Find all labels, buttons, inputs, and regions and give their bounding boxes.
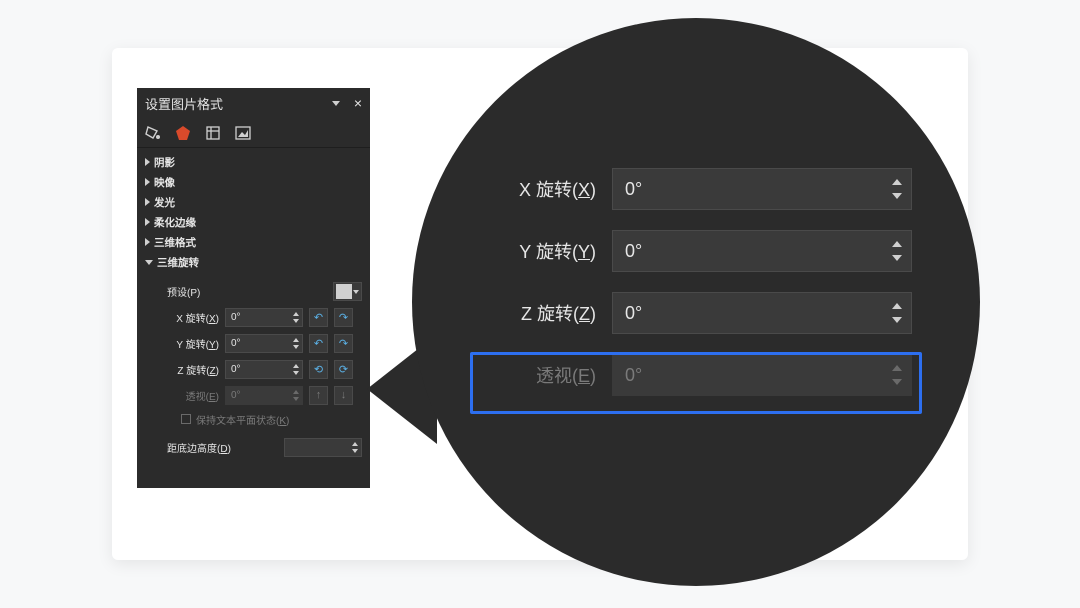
size-tab-icon[interactable] [203, 123, 223, 143]
rotate-y-left-button[interactable]: ↶ [309, 334, 328, 353]
section-soft-edge[interactable]: 柔化边缘 [137, 212, 370, 232]
step-down-icon[interactable] [892, 317, 902, 323]
mag-z-input[interactable]: 0° [612, 292, 912, 334]
step-down-icon[interactable] [293, 319, 299, 323]
distance-row: 距底边高度(D) [167, 434, 362, 460]
step-down-icon[interactable] [293, 345, 299, 349]
preset-label: 预设(P) [167, 284, 207, 299]
keep-flat-checkbox [181, 414, 191, 424]
rotate-y-right-button[interactable]: ↷ [334, 334, 353, 353]
section-3d-format[interactable]: 三维格式 [137, 232, 370, 252]
section-shadow[interactable]: 阴影 [137, 152, 370, 172]
close-icon[interactable]: × [354, 95, 362, 111]
preset-row: 预设(P) [167, 278, 362, 304]
chevron-down-icon [145, 260, 153, 265]
mag-x-label: X 旋转(X) [482, 176, 612, 202]
perspective-value: 0° [231, 390, 241, 401]
y-rotation-label: Y 旋转(Y) [167, 336, 219, 351]
mag-x-row: X 旋转(X) 0° [482, 168, 912, 210]
step-down-icon[interactable] [293, 371, 299, 375]
z-rotation-value: 0° [231, 364, 241, 375]
distance-label: 距底边高度(D) [167, 440, 247, 455]
perspective-down-button: ↓ [334, 386, 353, 405]
step-down-icon[interactable] [892, 255, 902, 261]
section-glow[interactable]: 发光 [137, 192, 370, 212]
step-down-icon[interactable] [352, 449, 358, 453]
step-up-icon[interactable] [293, 364, 299, 368]
mag-y-label: Y 旋转(Y) [482, 238, 612, 264]
chevron-right-icon [145, 238, 150, 246]
rotate-z-cw-button[interactable]: ⟳ [334, 360, 353, 379]
section-label: 三维旋转 [157, 255, 199, 270]
perspective-label: 透视(E) [167, 388, 219, 403]
section-reflection[interactable]: 映像 [137, 172, 370, 192]
z-rotation-input[interactable]: 0° [225, 360, 303, 379]
chevron-right-icon [145, 218, 150, 226]
step-up-icon[interactable] [293, 312, 299, 316]
step-up-icon[interactable] [293, 338, 299, 342]
mag-y-row: Y 旋转(Y) 0° [482, 230, 912, 272]
section-3d-rotation[interactable]: 三维旋转 [137, 252, 370, 272]
perspective-up-button: ↑ [309, 386, 328, 405]
mag-x-value: 0° [625, 179, 642, 200]
perspective-row: 透视(E) 0° ↑ ↓ [167, 382, 362, 408]
keep-flat-label: 保持文本平面状态(K) [196, 412, 289, 427]
chevron-down-icon [353, 290, 359, 294]
step-down-icon [293, 397, 299, 401]
format-picture-panel: 设置图片格式 × 阴影 映像 发光 柔化边缘 三维 [137, 88, 370, 488]
step-down-icon[interactable] [892, 193, 902, 199]
chevron-right-icon [145, 178, 150, 186]
section-label: 柔化边缘 [154, 215, 196, 230]
y-rotation-input[interactable]: 0° [225, 334, 303, 353]
distance-input[interactable] [284, 438, 362, 457]
perspective-input: 0° [225, 386, 303, 405]
panel-header: 设置图片格式 × [137, 88, 370, 118]
y-rotation-value: 0° [231, 338, 241, 349]
rotate-x-left-button[interactable]: ↶ [309, 308, 328, 327]
panel-title: 设置图片格式 [145, 94, 223, 113]
perspective-highlight [470, 352, 922, 414]
step-up-icon[interactable] [352, 442, 358, 446]
fill-line-tab-icon[interactable] [143, 123, 163, 143]
section-label: 发光 [154, 195, 175, 210]
preset-swatch-color [336, 284, 352, 299]
keep-flat-row: 保持文本平面状态(K) [167, 408, 362, 430]
x-rotation-value: 0° [231, 312, 241, 323]
step-up-icon [293, 390, 299, 394]
x-rotation-row: X 旋转(X) 0° ↶ ↷ [167, 304, 362, 330]
section-list: 阴影 映像 发光 柔化边缘 三维格式 三维旋转 预设(P) X 旋转(X) [137, 148, 370, 470]
mag-z-value: 0° [625, 303, 642, 324]
step-up-icon[interactable] [892, 303, 902, 309]
illustration-card: 设置图片格式 × 阴影 映像 发光 柔化边缘 三维 [112, 48, 968, 560]
rotate-z-ccw-button[interactable]: ⟲ [309, 360, 328, 379]
preset-swatch[interactable] [333, 282, 362, 301]
section-label: 映像 [154, 175, 175, 190]
mag-z-row: Z 旋转(Z) 0° [482, 292, 912, 334]
picture-tab-icon[interactable] [233, 123, 253, 143]
section-label: 三维格式 [154, 235, 196, 250]
panel-options-icon[interactable] [332, 101, 340, 106]
mag-y-input[interactable]: 0° [612, 230, 912, 272]
step-up-icon[interactable] [892, 241, 902, 247]
mag-x-input[interactable]: 0° [612, 168, 912, 210]
mag-z-label: Z 旋转(Z) [482, 300, 612, 326]
step-up-icon[interactable] [892, 179, 902, 185]
x-rotation-input[interactable]: 0° [225, 308, 303, 327]
chevron-right-icon [145, 198, 150, 206]
rotate-x-right-button[interactable]: ↷ [334, 308, 353, 327]
rotation-3d-body: 预设(P) X 旋转(X) 0° ↶ ↷ [137, 272, 370, 470]
z-rotation-label: Z 旋转(Z) [167, 362, 219, 377]
chevron-right-icon [145, 158, 150, 166]
effects-tab-icon[interactable] [173, 123, 193, 143]
tab-row [137, 118, 370, 148]
section-label: 阴影 [154, 155, 175, 170]
z-rotation-row: Z 旋转(Z) 0° ⟲ ⟳ [167, 356, 362, 382]
magnified-view: X 旋转(X) 0° Y 旋转(Y) 0° Z 旋转(Z) 0° [412, 18, 980, 586]
y-rotation-row: Y 旋转(Y) 0° ↶ ↷ [167, 330, 362, 356]
mag-y-value: 0° [625, 241, 642, 262]
x-rotation-label: X 旋转(X) [167, 310, 219, 325]
